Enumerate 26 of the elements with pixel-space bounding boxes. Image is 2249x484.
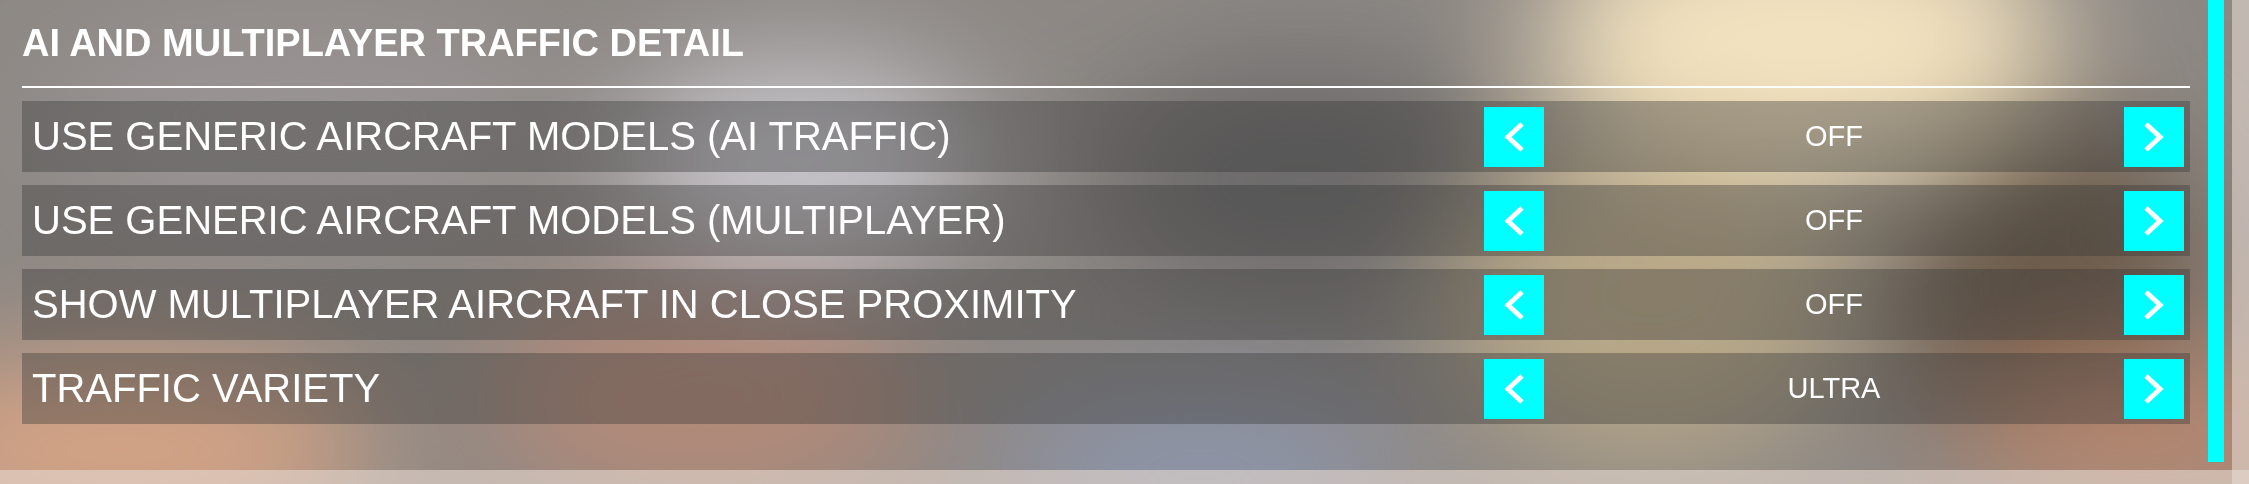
scrollbar[interactable] — [2208, 0, 2224, 462]
next-option-button[interactable] — [2124, 358, 2184, 419]
previous-option-button[interactable] — [1484, 358, 1544, 419]
previous-option-button[interactable] — [1484, 274, 1544, 335]
chevron-right-icon — [2143, 120, 2165, 153]
chevron-left-icon — [1503, 288, 1525, 321]
setting-value: OFF — [1804, 288, 1864, 321]
chevron-right-icon — [2143, 204, 2165, 237]
chevron-left-icon — [1503, 120, 1525, 153]
setting-label: TRAFFIC VARIETY — [32, 366, 382, 411]
setting-value: OFF — [1804, 204, 1864, 237]
previous-option-button[interactable] — [1484, 106, 1544, 167]
setting-label: USE GENERIC AIRCRAFT MODELS (AI TRAFFIC) — [32, 114, 952, 159]
setting-label: USE GENERIC AIRCRAFT MODELS (MULTIPLAYER) — [32, 198, 1007, 243]
next-option-button[interactable] — [2124, 274, 2184, 335]
previous-option-button[interactable] — [1484, 190, 1544, 251]
chevron-left-icon — [1503, 204, 1525, 237]
chevron-left-icon — [1503, 372, 1525, 405]
setting-value: OFF — [1804, 120, 1864, 153]
next-option-button[interactable] — [2124, 106, 2184, 167]
chevron-right-icon — [2143, 372, 2165, 405]
chevron-right-icon — [2143, 288, 2165, 321]
setting-value: ULTRA — [1786, 372, 1882, 405]
section-title: AI AND MULTIPLAYER TRAFFIC DETAIL — [22, 20, 745, 66]
next-option-button[interactable] — [2124, 190, 2184, 251]
setting-label: SHOW MULTIPLAYER AIRCRAFT IN CLOSE PROXIMITY — [32, 282, 1078, 327]
